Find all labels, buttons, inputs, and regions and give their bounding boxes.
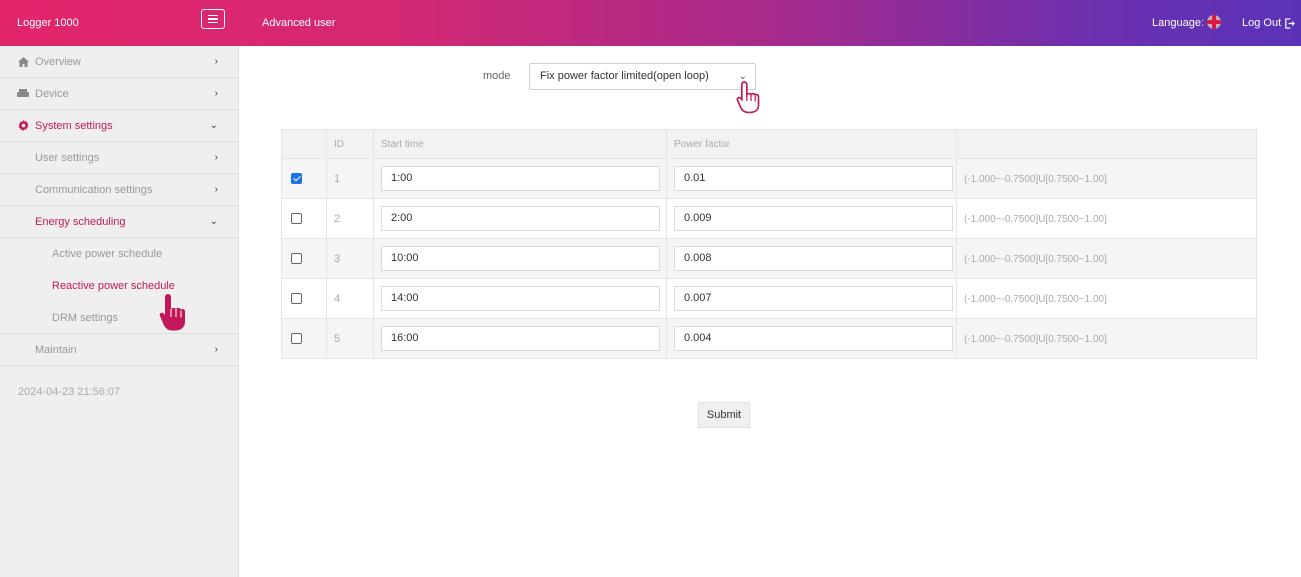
top-bar: Logger 1000 Advanced user Language: Log … [0, 0, 1301, 46]
sidebar-item-energy-scheduling[interactable]: Energy scheduling ⌄ [0, 206, 238, 238]
sidebar-item-reactive-power-schedule[interactable]: Reactive power schedule [0, 270, 238, 302]
range-hint: (-1.000~-0.7500]U[0.7500~1.00] [964, 333, 1107, 345]
power-factor-input[interactable]: 0.008 [674, 246, 953, 271]
range-hint: (-1.000~-0.7500]U[0.7500~1.00] [964, 173, 1107, 185]
column-header-power-factor: Power factor [666, 129, 957, 159]
column-header-id: ID [326, 129, 374, 159]
start-time-input[interactable]: 2:00 [381, 206, 660, 231]
sidebar-item-label: User settings [35, 151, 100, 164]
sidebar-item-label: System settings [35, 119, 113, 132]
chevron-right-icon: › [214, 344, 218, 355]
table-row: 5 16:00 0.004 (-1.000~-0.7500]U[0.7500~1… [281, 318, 1257, 359]
table-row: 4 14:00 0.007 (-1.000~-0.7500]U[0.7500~1… [281, 278, 1257, 319]
row-id: 5 [326, 318, 374, 359]
main-content: mode Fix power factor limited(open loop)… [240, 46, 1301, 577]
sidebar-item-label: DRM settings [52, 311, 119, 324]
chevron-right-icon: › [214, 88, 218, 99]
logout-label: Log Out [1242, 17, 1282, 29]
row-checkbox[interactable] [291, 293, 302, 305]
logout-icon [1285, 17, 1296, 29]
sidebar-item-label: Reactive power schedule [52, 280, 175, 292]
start-time-input[interactable]: 14:00 [381, 286, 660, 311]
table-row: 3 10:00 0.008 (-1.000~-0.7500]U[0.7500~1… [281, 238, 1257, 279]
row-checkbox[interactable] [291, 333, 302, 345]
sidebar-item-label: Maintain [35, 343, 77, 356]
sidebar-item-label: Energy scheduling [35, 215, 126, 228]
mode-label: mode [483, 70, 511, 82]
start-time-input[interactable]: 1:00 [381, 166, 660, 191]
gear-icon [17, 120, 29, 132]
power-factor-input[interactable]: 0.007 [674, 286, 953, 311]
sidebar-item-drm-settings[interactable]: DRM settings [0, 302, 238, 334]
language-label: Language: [1152, 17, 1204, 29]
menu-icon-line [208, 14, 218, 17]
sidebar: Overview › Device › System settings ⌄ Us… [0, 46, 239, 577]
sidebar-item-overview[interactable]: Overview › [0, 46, 238, 78]
home-icon [17, 56, 29, 68]
sidebar-item-device[interactable]: Device › [0, 78, 238, 110]
device-icon [17, 88, 29, 100]
logout-button[interactable]: Log Out [1242, 0, 1296, 46]
power-factor-input[interactable]: 0.01 [674, 166, 953, 191]
app-brand: Logger 1000 [17, 17, 79, 29]
sidebar-item-communication-settings[interactable]: Communication settings › [0, 174, 238, 206]
sidebar-item-label: Overview [35, 55, 81, 68]
start-time-input[interactable]: 16:00 [381, 326, 660, 351]
range-hint: (-1.000~-0.7500]U[0.7500~1.00] [964, 253, 1107, 265]
submit-button[interactable]: Submit [698, 402, 750, 428]
range-hint: (-1.000~-0.7500]U[0.7500~1.00] [964, 213, 1107, 225]
mode-select[interactable]: Fix power factor limited(open loop) ⌄ [529, 63, 756, 90]
row-checkbox[interactable] [291, 173, 302, 185]
row-id: 1 [326, 158, 374, 199]
sidebar-item-label: Active power schedule [52, 248, 163, 260]
row-id: 2 [326, 198, 374, 239]
column-header-start-time: Start time [373, 129, 667, 159]
power-factor-input[interactable]: 0.004 [674, 326, 953, 351]
chevron-down-icon: ⌄ [209, 216, 218, 227]
column-header-range [956, 129, 1257, 159]
row-id: 4 [326, 278, 374, 319]
chevron-right-icon: › [214, 152, 218, 163]
table-row: 1 1:00 0.01 (-1.000~-0.7500]U[0.7500~1.0… [281, 158, 1257, 199]
schedule-table: ID Start time Power factor 1 1:00 0.01 (… [281, 129, 1257, 359]
sidebar-item-user-settings[interactable]: User settings › [0, 142, 238, 174]
mode-select-value: Fix power factor limited(open loop) [540, 70, 709, 82]
hand-pointer-icon [736, 79, 766, 115]
start-time-input[interactable]: 10:00 [381, 246, 660, 271]
sidebar-item-label: Device [35, 87, 69, 100]
menu-icon-line [208, 21, 218, 24]
row-checkbox[interactable] [291, 253, 302, 265]
user-role-label: Advanced user [262, 17, 336, 29]
table-row: 2 2:00 0.009 (-1.000~-0.7500]U[0.7500~1.… [281, 198, 1257, 239]
sidebar-item-maintain[interactable]: Maintain › [0, 334, 238, 366]
sidebar-item-active-power-schedule[interactable]: Active power schedule [0, 238, 238, 270]
table-header-row: ID Start time Power factor [281, 129, 1257, 159]
row-checkbox[interactable] [291, 213, 302, 225]
row-id: 3 [326, 238, 374, 279]
power-factor-input[interactable]: 0.009 [674, 206, 953, 231]
sidebar-item-system-settings[interactable]: System settings ⌄ [0, 110, 238, 142]
hand-pointer-icon [158, 292, 194, 332]
chevron-down-icon: ⌄ [209, 120, 218, 131]
column-header-select [281, 129, 327, 159]
chevron-right-icon: › [214, 56, 218, 67]
current-timestamp: 2024-04-23 21:56:07 [18, 386, 121, 398]
menu-toggle-button[interactable] [201, 9, 225, 29]
chevron-right-icon: › [214, 184, 218, 195]
sidebar-item-label: Communication settings [35, 183, 153, 196]
uk-flag-icon[interactable] [1207, 15, 1221, 29]
range-hint: (-1.000~-0.7500]U[0.7500~1.00] [964, 293, 1107, 305]
menu-icon-line [208, 18, 218, 20]
